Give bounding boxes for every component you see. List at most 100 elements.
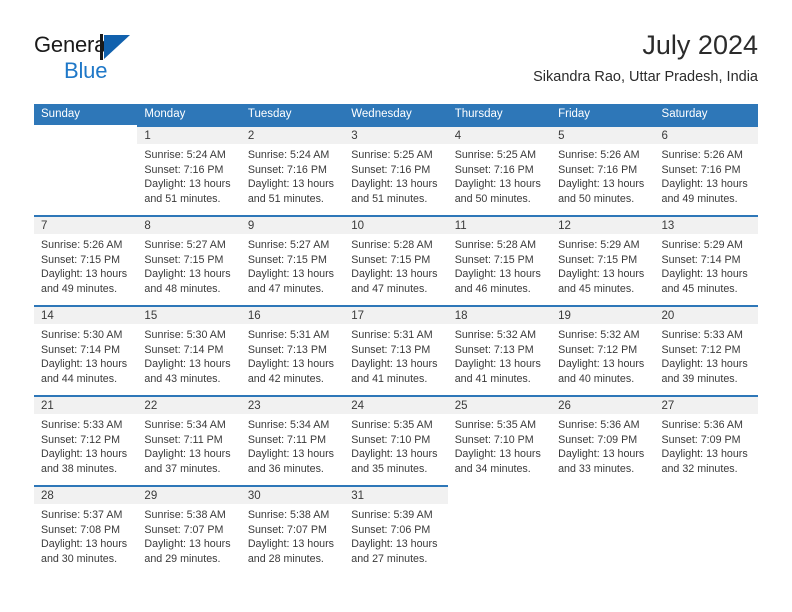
day-details: Sunrise: 5:24 AM Sunset: 7:16 PM Daylight:… bbox=[241, 144, 344, 206]
daylight-line: Daylight: 13 hours bbox=[41, 448, 128, 461]
daylight-line: Daylight: 13 hours bbox=[41, 538, 128, 551]
day-number bbox=[447, 487, 552, 504]
day-number: 9 bbox=[240, 217, 345, 234]
sunset-line: Sunset: 7:08 PM bbox=[41, 523, 121, 536]
calendar-day-cell[interactable]: 9 Sunrise: 5:27 AM Sunset: 7:15 PM Daylight… bbox=[240, 215, 345, 306]
sunset-line: Sunset: 7:15 PM bbox=[144, 253, 224, 266]
day-details: Sunrise: 5:32 AM Sunset: 7:12 PM Daylight:… bbox=[551, 324, 654, 386]
day-number: 23 bbox=[240, 397, 345, 414]
sunset-line: Sunset: 7:15 PM bbox=[558, 253, 638, 266]
daylight-line: Daylight: 13 hours bbox=[351, 178, 438, 191]
sunset-line: Sunset: 7:06 PM bbox=[351, 523, 431, 536]
calendar-day-cell[interactable]: 16 Sunrise: 5:31 AM Sunset: 7:13 PM Dayligh… bbox=[240, 305, 345, 396]
day-number: 28 bbox=[34, 487, 138, 504]
sunrise-line: Sunrise: 5:27 AM bbox=[144, 239, 226, 251]
day-number: 7 bbox=[34, 217, 138, 234]
daylight-line-cont: and 35 minutes. bbox=[351, 462, 428, 475]
daylight-line: Daylight: 13 hours bbox=[41, 358, 128, 371]
day-number: 2 bbox=[240, 127, 345, 144]
daylight-line-cont: and 34 minutes. bbox=[454, 462, 531, 475]
daylight-line: Daylight: 13 hours bbox=[558, 448, 645, 461]
calendar-day-cell[interactable]: 7 Sunrise: 5:26 AM Sunset: 7:15 PM Daylight… bbox=[34, 215, 138, 306]
calendar-day-cell[interactable]: 17 Sunrise: 5:31 AM Sunset: 7:13 PM Dayligh… bbox=[344, 305, 448, 396]
sunset-line: Sunset: 7:15 PM bbox=[247, 253, 327, 266]
calendar-day-cell[interactable]: 11 Sunrise: 5:28 AM Sunset: 7:15 PM Dayligh… bbox=[447, 215, 552, 306]
calendar-day-cell-empty bbox=[654, 485, 758, 576]
day-number: 15 bbox=[137, 307, 241, 324]
daylight-line: Daylight: 13 hours bbox=[454, 268, 541, 281]
calendar-day-cell[interactable]: 6 Sunrise: 5:26 AM Sunset: 7:16 PM Daylight… bbox=[654, 125, 758, 216]
day-number bbox=[654, 487, 758, 504]
day-details: Sunrise: 5:36 AM Sunset: 7:09 PM Daylight:… bbox=[551, 414, 654, 476]
day-number: 27 bbox=[654, 397, 758, 414]
sunset-line: Sunset: 7:16 PM bbox=[351, 163, 431, 176]
sunset-line: Sunset: 7:09 PM bbox=[558, 433, 638, 446]
daylight-line: Daylight: 13 hours bbox=[558, 268, 645, 281]
daylight-line-cont: and 46 minutes. bbox=[454, 282, 531, 295]
calendar-day-cell[interactable]: 4 Sunrise: 5:25 AM Sunset: 7:16 PM Daylight… bbox=[447, 125, 552, 216]
sunset-line: Sunset: 7:16 PM bbox=[558, 163, 638, 176]
sunset-line: Sunset: 7:12 PM bbox=[41, 433, 121, 446]
calendar-day-cell[interactable]: 2 Sunrise: 5:24 AM Sunset: 7:16 PM Daylight… bbox=[240, 125, 345, 216]
day-details bbox=[655, 504, 758, 508]
daylight-line-cont: and 45 minutes. bbox=[558, 282, 635, 295]
day-details: Sunrise: 5:26 AM Sunset: 7:15 PM Daylight:… bbox=[34, 234, 137, 296]
day-number bbox=[34, 127, 138, 144]
calendar-day-cell[interactable]: 20 Sunrise: 5:33 AM Sunset: 7:12 PM Dayligh… bbox=[654, 305, 758, 396]
calendar-day-cell[interactable]: 15 Sunrise: 5:30 AM Sunset: 7:14 PM Dayligh… bbox=[137, 305, 241, 396]
daylight-line-cont: and 32 minutes. bbox=[661, 462, 738, 475]
day-number: 18 bbox=[447, 307, 552, 324]
day-number: 29 bbox=[137, 487, 241, 504]
daylight-line: Daylight: 13 hours bbox=[351, 358, 438, 371]
sunset-line: Sunset: 7:16 PM bbox=[454, 163, 534, 176]
sunset-line: Sunset: 7:11 PM bbox=[144, 433, 223, 446]
daylight-line: Daylight: 13 hours bbox=[351, 448, 438, 461]
daylight-line-cont: and 41 minutes. bbox=[351, 372, 428, 385]
day-number: 11 bbox=[447, 217, 552, 234]
daylight-line-cont: and 41 minutes. bbox=[454, 372, 531, 385]
calendar-day-cell[interactable]: 27 Sunrise: 5:36 AM Sunset: 7:09 PM Dayligh… bbox=[654, 395, 758, 486]
calendar-day-cell[interactable]: 14 Sunrise: 5:30 AM Sunset: 7:14 PM Dayligh… bbox=[34, 305, 138, 396]
daylight-line: Daylight: 13 hours bbox=[558, 178, 645, 191]
page-subtitle: Sikandra Rao, Uttar Pradesh, India bbox=[533, 69, 758, 85]
day-number: 19 bbox=[551, 307, 655, 324]
calendar-day-cell[interactable]: 28 Sunrise: 5:37 AM Sunset: 7:08 PM Dayligh… bbox=[34, 485, 138, 576]
calendar-day-cell[interactable]: 19 Sunrise: 5:32 AM Sunset: 7:12 PM Dayligh… bbox=[551, 305, 655, 396]
general-blue-logo[interactable]: General Blue bbox=[34, 32, 194, 88]
calendar-day-cell[interactable]: 18 Sunrise: 5:32 AM Sunset: 7:13 PM Dayligh… bbox=[447, 305, 552, 396]
calendar-day-cell[interactable]: 21 Sunrise: 5:33 AM Sunset: 7:12 PM Dayligh… bbox=[34, 395, 138, 486]
sunset-line: Sunset: 7:10 PM bbox=[351, 433, 431, 446]
calendar-day-cell[interactable]: 30 Sunrise: 5:38 AM Sunset: 7:07 PM Dayligh… bbox=[240, 485, 345, 576]
sunset-line: Sunset: 7:12 PM bbox=[558, 343, 638, 356]
daylight-line-cont: and 45 minutes. bbox=[661, 282, 738, 295]
day-number: 20 bbox=[654, 307, 758, 324]
calendar-day-cell[interactable]: 5 Sunrise: 5:26 AM Sunset: 7:16 PM Daylight… bbox=[551, 125, 655, 216]
calendar-day-cell[interactable]: 1 Sunrise: 5:24 AM Sunset: 7:16 PM Daylight… bbox=[137, 125, 241, 216]
sunset-line: Sunset: 7:14 PM bbox=[144, 343, 224, 356]
daylight-line-cont: and 47 minutes. bbox=[247, 282, 324, 295]
calendar-day-cell[interactable]: 12 Sunrise: 5:29 AM Sunset: 7:15 PM Dayligh… bbox=[551, 215, 655, 306]
calendar-day-cell[interactable]: 13 Sunrise: 5:29 AM Sunset: 7:14 PM Dayligh… bbox=[654, 215, 758, 306]
calendar-day-cell-empty bbox=[34, 125, 138, 216]
sunset-line: Sunset: 7:16 PM bbox=[661, 163, 741, 176]
daylight-line: Daylight: 13 hours bbox=[454, 178, 541, 191]
day-number: 1 bbox=[137, 127, 241, 144]
sunset-line: Sunset: 7:15 PM bbox=[41, 253, 121, 266]
calendar-day-cell[interactable]: 26 Sunrise: 5:36 AM Sunset: 7:09 PM Dayligh… bbox=[551, 395, 655, 486]
calendar-day-cell[interactable]: 22 Sunrise: 5:34 AM Sunset: 7:11 PM Dayligh… bbox=[137, 395, 241, 486]
sunrise-line: Sunrise: 5:25 AM bbox=[351, 149, 433, 161]
day-number: 22 bbox=[137, 397, 241, 414]
calendar-day-cell[interactable]: 31 Sunrise: 5:39 AM Sunset: 7:06 PM Dayligh… bbox=[344, 485, 448, 576]
day-details: Sunrise: 5:25 AM Sunset: 7:16 PM Daylight:… bbox=[344, 144, 447, 206]
calendar-day-cell[interactable]: 24 Sunrise: 5:35 AM Sunset: 7:10 PM Dayligh… bbox=[344, 395, 448, 486]
calendar-day-cell[interactable]: 10 Sunrise: 5:28 AM Sunset: 7:15 PM Dayligh… bbox=[344, 215, 448, 306]
calendar-day-cell[interactable]: 23 Sunrise: 5:34 AM Sunset: 7:11 PM Dayligh… bbox=[240, 395, 345, 486]
calendar-day-cell[interactable]: 8 Sunrise: 5:27 AM Sunset: 7:15 PM Daylight… bbox=[137, 215, 241, 306]
calendar-day-cell[interactable]: 29 Sunrise: 5:38 AM Sunset: 7:07 PM Dayligh… bbox=[137, 485, 241, 576]
sunrise-line: Sunrise: 5:33 AM bbox=[661, 329, 743, 341]
calendar-day-cell[interactable]: 25 Sunrise: 5:35 AM Sunset: 7:10 PM Dayligh… bbox=[447, 395, 552, 486]
day-number: 5 bbox=[551, 127, 655, 144]
calendar-day-cell[interactable]: 3 Sunrise: 5:25 AM Sunset: 7:16 PM Daylight… bbox=[344, 125, 448, 216]
sunset-line: Sunset: 7:10 PM bbox=[454, 433, 534, 446]
triangle-flag-icon bbox=[104, 35, 130, 59]
